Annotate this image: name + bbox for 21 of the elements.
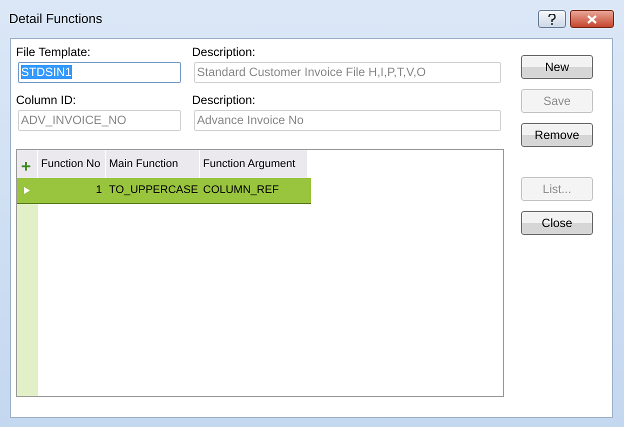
field-label: File Template:	[16, 44, 92, 61]
field-label: Column ID:	[16, 92, 78, 109]
column-header[interactable]: Function No	[38, 150, 106, 178]
help-icon	[548, 14, 556, 24]
table-cell-text: 1	[94, 183, 103, 198]
field-label: Description:	[192, 44, 256, 61]
row-pointer-icon	[24, 187, 30, 194]
close-button[interactable]	[570, 10, 614, 28]
dialog-button[interactable]: New	[521, 55, 593, 79]
table-cell-text: COLUMN_REF	[202, 183, 280, 198]
help-button[interactable]	[538, 10, 566, 28]
table-cell-text: TO_UPPERCASE	[108, 183, 200, 198]
field-label: Description:	[192, 92, 256, 109]
close-icon	[587, 14, 597, 24]
dialog-button[interactable]: Remove	[521, 123, 593, 147]
add-row-button[interactable]: +	[17, 150, 38, 178]
column-header[interactable]: Function Argument	[200, 150, 308, 178]
table-row[interactable]: 1 TO_UPPERCASE COLUMN_REF	[17, 178, 311, 204]
column-header[interactable]: Main Function	[106, 150, 200, 178]
dialog-button[interactable]: Close	[521, 211, 593, 235]
window-title: Detail Functions	[9, 10, 102, 28]
